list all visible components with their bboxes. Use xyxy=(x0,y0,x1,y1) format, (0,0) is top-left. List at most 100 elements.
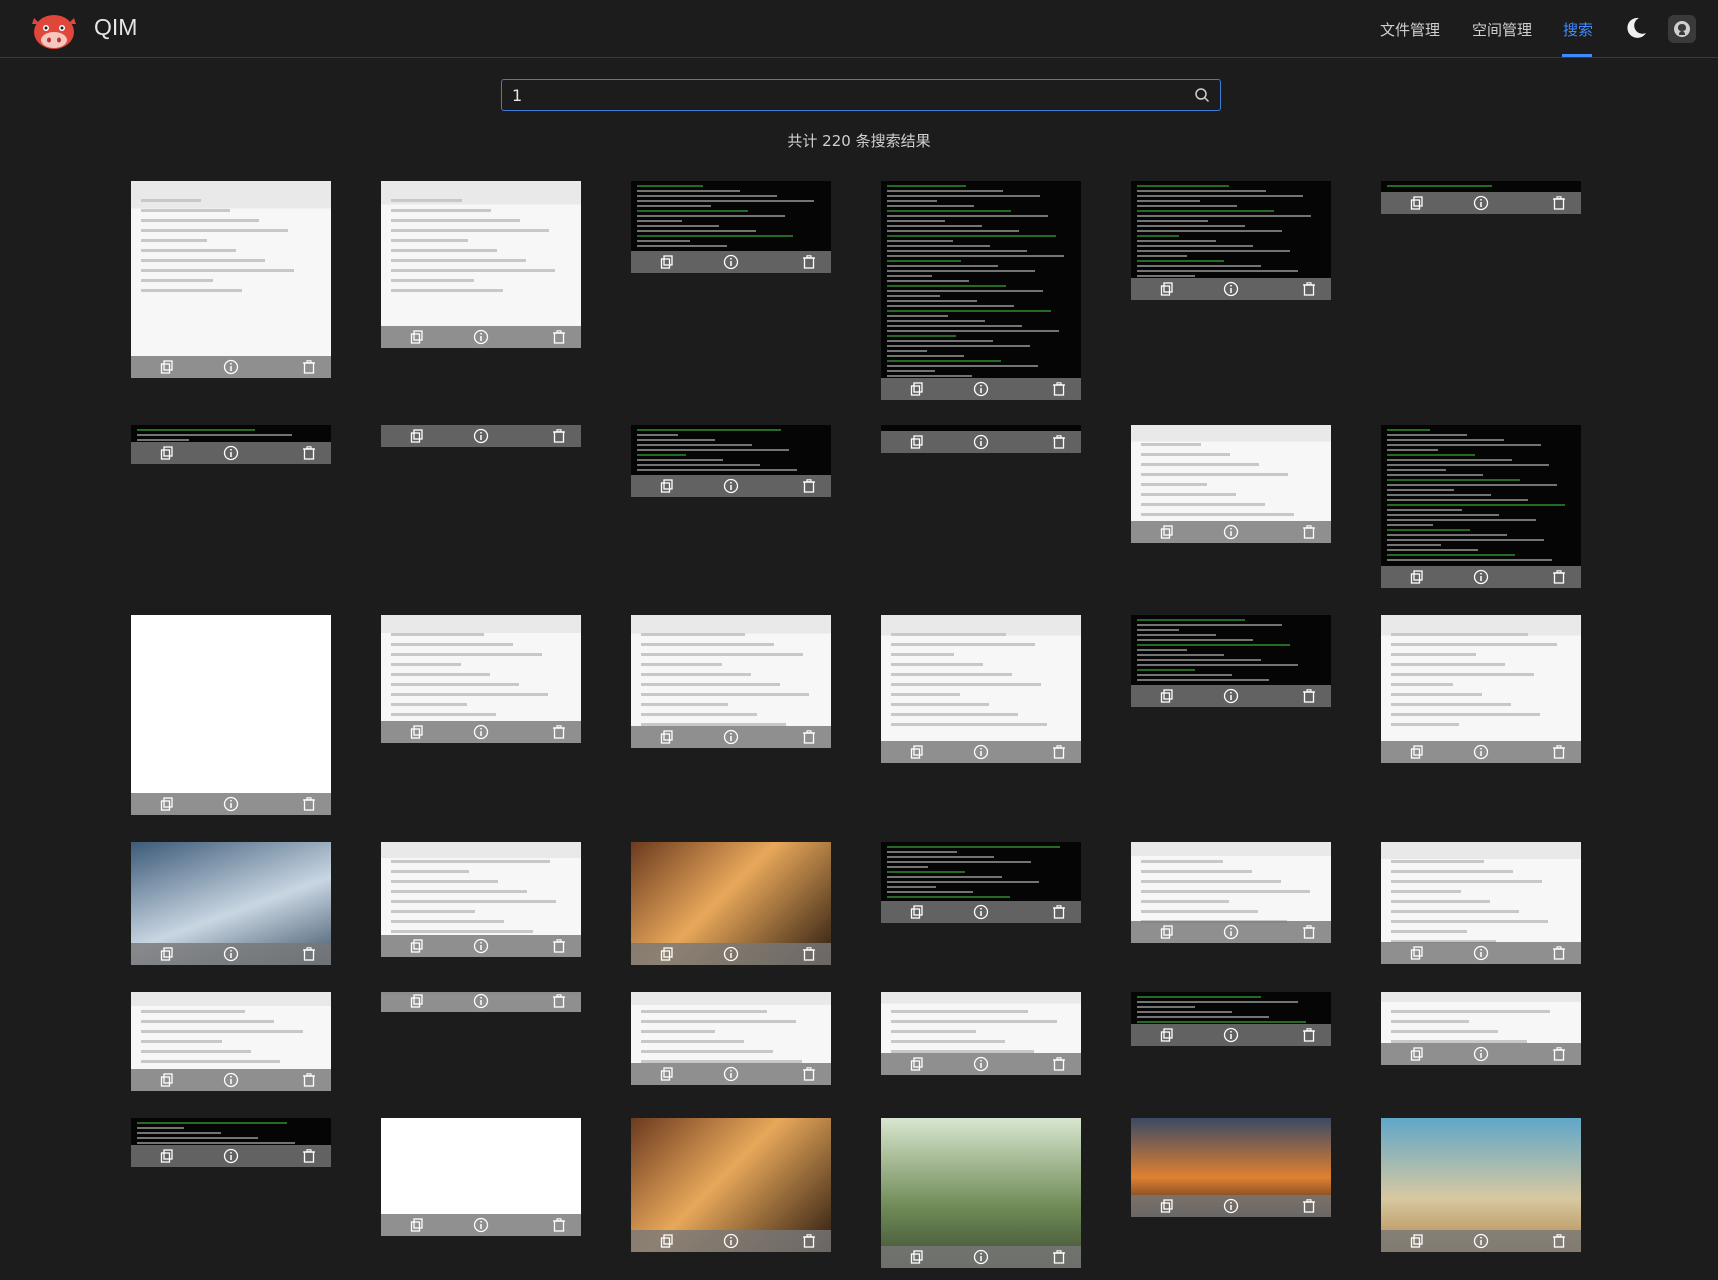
info-icon[interactable] xyxy=(973,904,989,920)
trash-icon[interactable] xyxy=(551,938,567,954)
copy-icon[interactable] xyxy=(409,428,425,444)
image-card[interactable] xyxy=(381,1118,581,1236)
info-icon[interactable] xyxy=(223,359,239,375)
trash-icon[interactable] xyxy=(1551,945,1567,961)
copy-icon[interactable] xyxy=(1159,524,1175,540)
copy-icon[interactable] xyxy=(909,904,925,920)
image-card[interactable] xyxy=(631,1118,831,1252)
image-card[interactable] xyxy=(381,842,581,957)
info-icon[interactable] xyxy=(473,993,489,1009)
copy-icon[interactable] xyxy=(909,1056,925,1072)
trash-icon[interactable] xyxy=(1551,195,1567,211)
image-card[interactable] xyxy=(881,181,1081,400)
image-card[interactable] xyxy=(1131,181,1331,300)
copy-icon[interactable] xyxy=(159,359,175,375)
image-card[interactable] xyxy=(881,992,1081,1075)
info-icon[interactable] xyxy=(973,381,989,397)
image-card[interactable] xyxy=(881,842,1081,923)
image-card[interactable] xyxy=(131,181,331,378)
image-card[interactable] xyxy=(381,992,581,1012)
trash-icon[interactable] xyxy=(1551,569,1567,585)
info-icon[interactable] xyxy=(723,478,739,494)
trash-icon[interactable] xyxy=(301,445,317,461)
image-card[interactable] xyxy=(131,425,331,464)
copy-icon[interactable] xyxy=(1409,744,1425,760)
info-icon[interactable] xyxy=(473,938,489,954)
trash-icon[interactable] xyxy=(1051,434,1067,450)
info-icon[interactable] xyxy=(1223,1198,1239,1214)
info-icon[interactable] xyxy=(473,428,489,444)
copy-icon[interactable] xyxy=(1159,1027,1175,1043)
info-icon[interactable] xyxy=(1473,744,1489,760)
image-card[interactable] xyxy=(631,425,831,497)
info-icon[interactable] xyxy=(1223,524,1239,540)
info-icon[interactable] xyxy=(473,1217,489,1233)
image-thumbnail[interactable] xyxy=(131,615,331,815)
copy-icon[interactable] xyxy=(909,744,925,760)
copy-icon[interactable] xyxy=(1409,1046,1425,1062)
image-card[interactable] xyxy=(881,615,1081,763)
image-thumbnail[interactable] xyxy=(131,181,331,378)
trash-icon[interactable] xyxy=(301,796,317,812)
copy-icon[interactable] xyxy=(1409,569,1425,585)
trash-icon[interactable] xyxy=(801,1233,817,1249)
image-card[interactable] xyxy=(381,615,581,743)
image-thumbnail[interactable] xyxy=(881,181,1081,400)
image-card[interactable] xyxy=(131,1118,331,1167)
image-card[interactable] xyxy=(131,842,331,965)
info-icon[interactable] xyxy=(1223,281,1239,297)
info-icon[interactable] xyxy=(1223,688,1239,704)
info-icon[interactable] xyxy=(723,254,739,270)
info-icon[interactable] xyxy=(973,744,989,760)
info-icon[interactable] xyxy=(1223,1027,1239,1043)
image-card[interactable] xyxy=(381,181,581,348)
image-card[interactable] xyxy=(1131,992,1331,1046)
copy-icon[interactable] xyxy=(659,946,675,962)
info-icon[interactable] xyxy=(223,946,239,962)
image-card[interactable] xyxy=(1381,842,1581,964)
copy-icon[interactable] xyxy=(1409,945,1425,961)
info-icon[interactable] xyxy=(973,1056,989,1072)
copy-icon[interactable] xyxy=(409,1217,425,1233)
nav-space-manage[interactable]: 空间管理 xyxy=(1472,0,1532,58)
image-card[interactable] xyxy=(131,992,331,1091)
search-icon[interactable] xyxy=(1194,87,1210,103)
brand-name[interactable]: QIM xyxy=(94,14,137,41)
trash-icon[interactable] xyxy=(551,724,567,740)
trash-icon[interactable] xyxy=(1051,1249,1067,1265)
copy-icon[interactable] xyxy=(909,381,925,397)
trash-icon[interactable] xyxy=(551,993,567,1009)
copy-icon[interactable] xyxy=(659,1066,675,1082)
github-link[interactable] xyxy=(1668,15,1696,43)
trash-icon[interactable] xyxy=(301,359,317,375)
trash-icon[interactable] xyxy=(1551,1046,1567,1062)
copy-icon[interactable] xyxy=(1159,1198,1175,1214)
trash-icon[interactable] xyxy=(801,1066,817,1082)
image-thumbnail[interactable] xyxy=(381,181,581,348)
image-card[interactable] xyxy=(381,425,581,447)
image-card[interactable] xyxy=(1381,1118,1581,1252)
trash-icon[interactable] xyxy=(1051,904,1067,920)
nav-search[interactable]: 搜索 xyxy=(1563,0,1593,58)
moon-icon[interactable] xyxy=(1624,16,1648,40)
copy-icon[interactable] xyxy=(159,946,175,962)
info-icon[interactable] xyxy=(723,1066,739,1082)
image-card[interactable] xyxy=(1381,181,1581,214)
nav-file-manage[interactable]: 文件管理 xyxy=(1380,0,1440,58)
trash-icon[interactable] xyxy=(1301,524,1317,540)
image-card[interactable] xyxy=(1131,425,1331,543)
copy-icon[interactable] xyxy=(409,993,425,1009)
image-card[interactable] xyxy=(1131,842,1331,943)
image-card[interactable] xyxy=(631,992,831,1085)
info-icon[interactable] xyxy=(1473,1046,1489,1062)
image-card[interactable] xyxy=(631,842,831,965)
info-icon[interactable] xyxy=(1473,569,1489,585)
search-input[interactable] xyxy=(512,80,1172,110)
info-icon[interactable] xyxy=(473,724,489,740)
image-card[interactable] xyxy=(1381,425,1581,588)
info-icon[interactable] xyxy=(473,329,489,345)
info-icon[interactable] xyxy=(223,445,239,461)
info-icon[interactable] xyxy=(723,729,739,745)
copy-icon[interactable] xyxy=(659,254,675,270)
trash-icon[interactable] xyxy=(801,478,817,494)
